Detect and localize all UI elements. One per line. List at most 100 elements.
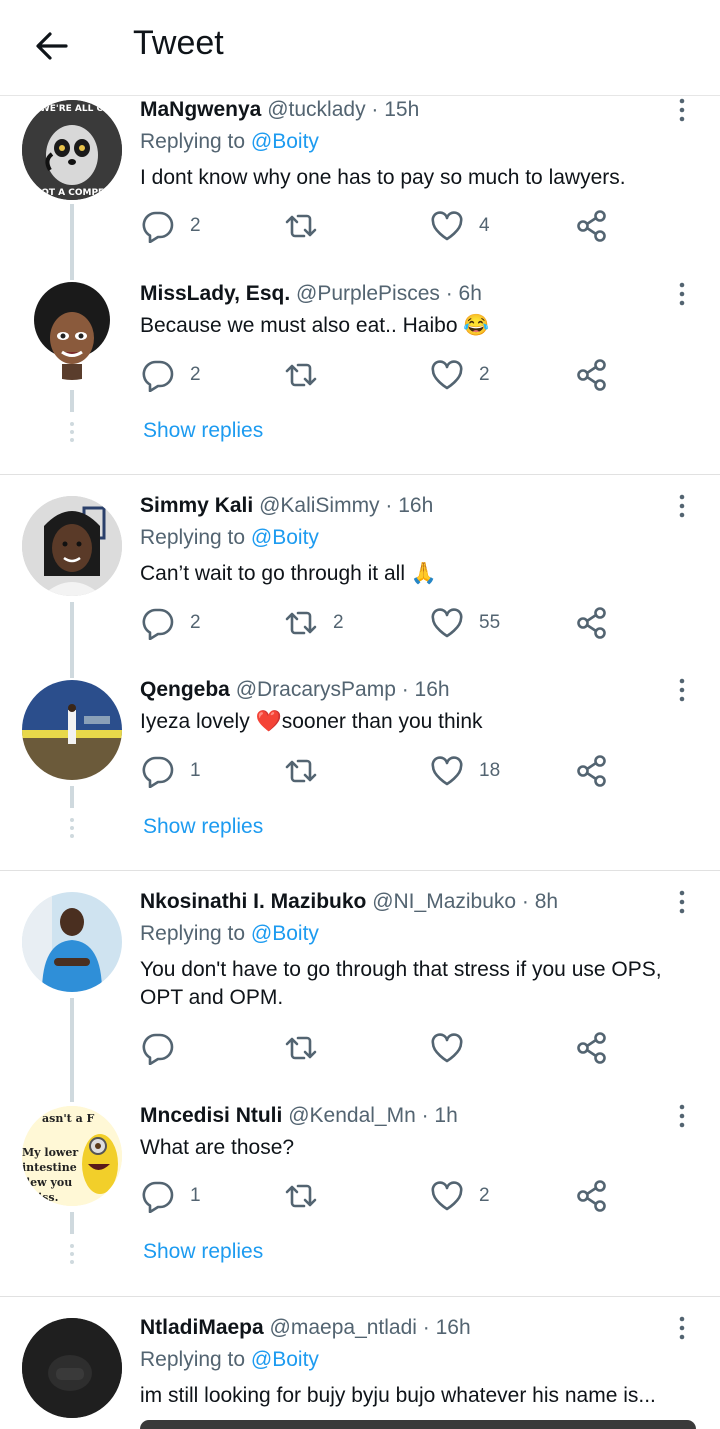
author-name[interactable]: Simmy Kali <box>140 494 253 517</box>
retweet-button[interactable] <box>283 1031 333 1065</box>
show-replies-link[interactable]: Show replies <box>143 1240 263 1264</box>
reply-button[interactable]: 2 <box>140 209 201 243</box>
avatar[interactable] <box>22 1318 122 1418</box>
media-preview[interactable] <box>140 1420 696 1429</box>
more-options-icon[interactable] <box>670 98 694 122</box>
thread-line <box>70 786 74 808</box>
reply-tweet[interactable]: Simmy Kali @KaliSimmy · 16h Replying to … <box>0 490 720 678</box>
replying-prefix: Replying to <box>140 130 251 153</box>
thread-line <box>70 1212 74 1234</box>
mention-link[interactable]: @Boity <box>251 526 319 549</box>
replying-to: Replying to @Boity <box>140 1348 319 1372</box>
heart-icon <box>431 608 463 638</box>
more-options-icon[interactable] <box>670 282 694 306</box>
like-button[interactable]: 2 <box>429 1179 490 1213</box>
reply-button[interactable]: 2 <box>140 606 201 640</box>
share-icon <box>577 210 606 242</box>
mention-link[interactable]: @Boity <box>251 130 319 153</box>
author-handle[interactable]: @KaliSimmy <box>259 494 380 517</box>
avatar[interactable] <box>22 280 122 380</box>
top-bar: Tweet <box>0 0 720 96</box>
avatar[interactable] <box>22 496 122 596</box>
share-button[interactable] <box>574 358 610 392</box>
avatar[interactable] <box>22 892 122 992</box>
author-handle[interactable]: @maepa_ntladi <box>270 1316 417 1339</box>
reply-button[interactable]: 2 <box>140 358 201 392</box>
reply-icon <box>142 608 174 640</box>
more-options-icon[interactable] <box>670 494 694 518</box>
reply-icon <box>142 1033 174 1065</box>
like-button[interactable]: 55 <box>429 606 500 640</box>
show-replies-link[interactable]: Show replies <box>143 419 263 443</box>
reply-tweet[interactable]: Qengeba @DracarysPamp · 16h Iyeza lovely… <box>0 672 720 870</box>
author-row: Simmy Kali @KaliSimmy · 16h <box>140 494 433 518</box>
replying-prefix: Replying to <box>140 922 251 945</box>
retweet-button[interactable] <box>283 754 333 788</box>
tweet-time: · 16h <box>395 678 450 701</box>
reply-button[interactable]: 1 <box>140 1179 201 1213</box>
author-name[interactable]: MaNgwenya <box>140 98 261 121</box>
replying-to: Replying to @Boity <box>140 526 319 550</box>
reply-button[interactable] <box>140 1031 190 1065</box>
author-handle[interactable]: @Kendal_Mn <box>288 1104 416 1127</box>
thread-line <box>70 602 74 678</box>
mention-link[interactable]: @Boity <box>251 1348 319 1371</box>
reply-count: 2 <box>190 364 201 385</box>
tweet-text: You don't have to go through that stress… <box>140 958 662 1009</box>
avatar-caption-line: lew you <box>26 1176 72 1189</box>
back-arrow-icon[interactable] <box>34 28 70 64</box>
more-options-icon[interactable] <box>670 1316 694 1340</box>
mention-link[interactable]: @Boity <box>251 922 319 945</box>
thread-line <box>70 204 74 280</box>
retweet-button[interactable]: 2 <box>283 606 344 640</box>
share-button[interactable] <box>574 1031 610 1065</box>
author-handle[interactable]: @NI_Mazibuko <box>372 890 516 913</box>
reply-tweet[interactable]: NtladiMaepa @maepa_ntladi · 16h Replying… <box>0 1312 720 1429</box>
share-button[interactable] <box>574 209 610 243</box>
author-handle[interactable]: @PurplePisces <box>296 282 440 305</box>
more-options-icon[interactable] <box>670 890 694 914</box>
author-row: MaNgwenya @tucklady · 15h <box>140 98 419 122</box>
reply-tweet[interactable]: WE'RE ALL O NOT A COMPET MaNgwenya @tuck… <box>0 96 720 280</box>
page-title: Tweet <box>133 24 224 62</box>
tweet-actions: 2 2 55 <box>140 606 620 640</box>
avatar-caption-line: asn't a F <box>42 1112 95 1125</box>
reply-tweet[interactable]: asn't a F My lower intestine lew you iss… <box>0 1098 720 1296</box>
like-button[interactable]: 4 <box>429 209 490 243</box>
avatar[interactable]: WE'RE ALL O NOT A COMPET <box>22 100 122 200</box>
avatar[interactable] <box>22 680 122 780</box>
reply-button[interactable]: 1 <box>140 754 201 788</box>
reply-tweet[interactable]: MissLady, Esq. @PurplePisces · 6h Becaus… <box>0 276 720 474</box>
share-button[interactable] <box>574 606 610 640</box>
reply-tweet[interactable]: Nkosinathi I. Mazibuko @NI_Mazibuko · 8h… <box>0 886 720 1102</box>
share-button[interactable] <box>574 754 610 788</box>
like-button[interactable] <box>429 1031 479 1065</box>
retweet-button[interactable] <box>283 209 333 243</box>
avatar-caption-bottom: NOT A COMPET <box>34 188 112 198</box>
author-name[interactable]: Nkosinathi I. Mazibuko <box>140 890 366 913</box>
author-name[interactable]: Qengeba <box>140 678 230 701</box>
author-name[interactable]: MissLady, Esq. <box>140 282 290 305</box>
retweet-button[interactable] <box>283 358 333 392</box>
divider <box>0 1296 720 1297</box>
share-button[interactable] <box>574 1179 610 1213</box>
reply-count: 1 <box>190 760 201 781</box>
author-name[interactable]: NtladiMaepa <box>140 1316 264 1339</box>
share-icon <box>577 607 606 639</box>
like-button[interactable]: 18 <box>429 754 500 788</box>
tweet-time: · 6h <box>439 282 482 305</box>
tweet-text-part: Iyeza lovely <box>140 710 256 733</box>
more-options-icon[interactable] <box>670 678 694 702</box>
author-handle[interactable]: @tucklady <box>267 98 365 121</box>
more-options-icon[interactable] <box>670 1104 694 1128</box>
tweet-time: · 1h <box>415 1104 458 1127</box>
avatar[interactable]: asn't a F My lower intestine lew you iss… <box>22 1106 122 1206</box>
tweet-actions: 2 2 <box>140 358 620 392</box>
author-name[interactable]: Mncedisi Ntuli <box>140 1104 282 1127</box>
author-row: Qengeba @DracarysPamp · 16h <box>140 678 450 702</box>
author-handle[interactable]: @DracarysPamp <box>236 678 396 701</box>
retweet-button[interactable] <box>283 1179 333 1213</box>
show-replies-link[interactable]: Show replies <box>143 815 263 839</box>
retweet-icon <box>285 214 317 238</box>
like-button[interactable]: 2 <box>429 358 490 392</box>
